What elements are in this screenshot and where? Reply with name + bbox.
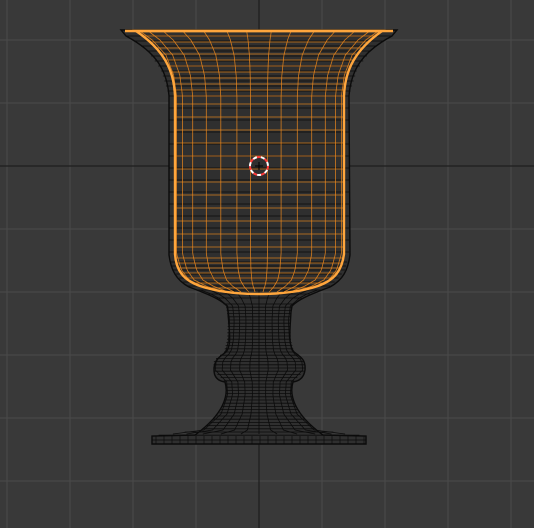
3d-viewport[interactable] xyxy=(0,0,534,528)
goblet-mesh[interactable] xyxy=(119,29,399,445)
mesh-edges-vertical xyxy=(152,289,366,444)
viewport-canvas[interactable] xyxy=(0,0,534,528)
